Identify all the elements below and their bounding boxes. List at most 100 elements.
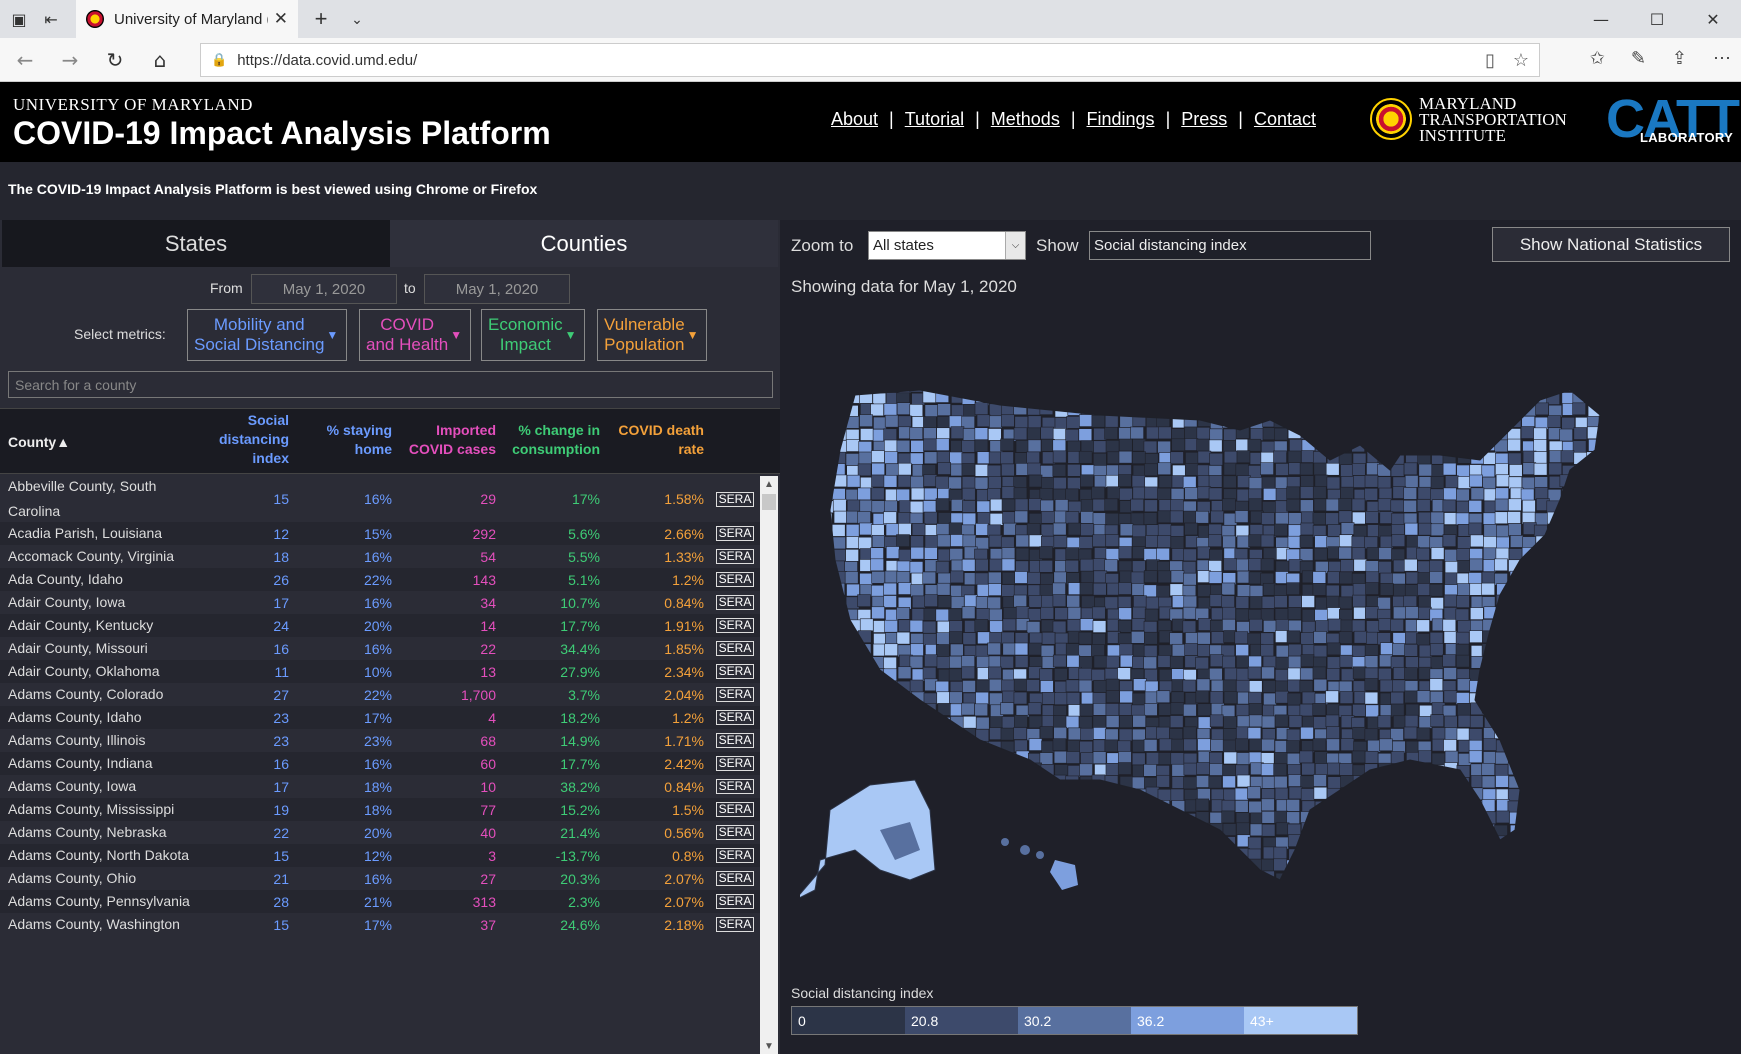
county-cell[interactable] — [1339, 654, 1354, 668]
county-cell[interactable] — [1559, 428, 1573, 442]
county-cell[interactable] — [1587, 786, 1601, 800]
county-cell[interactable] — [1209, 393, 1224, 406]
county-cell[interactable] — [1275, 379, 1289, 392]
county-cell[interactable] — [871, 883, 884, 895]
county-cell[interactable] — [1380, 642, 1394, 655]
county-cell[interactable] — [1197, 570, 1211, 583]
county-cell[interactable] — [1054, 668, 1068, 681]
column-consumption[interactable]: % change in consumption — [500, 421, 600, 459]
county-cell[interactable] — [821, 379, 835, 392]
county-cell[interactable] — [1185, 452, 1199, 465]
county-cell[interactable] — [1403, 595, 1418, 609]
county-cell[interactable] — [1377, 416, 1392, 429]
county-cell[interactable] — [1468, 872, 1482, 885]
county-cell[interactable] — [1598, 847, 1612, 861]
county-cell[interactable] — [1104, 415, 1119, 428]
county-cell[interactable] — [1614, 427, 1627, 439]
county-cell[interactable] — [1067, 403, 1082, 416]
county-cell[interactable] — [1299, 535, 1314, 548]
table-row[interactable]: Adair County, Missouri 16 16% 22 34.4% 1.85% S… — [0, 637, 760, 660]
county-cell[interactable] — [1313, 426, 1328, 440]
county-cell[interactable] — [1507, 391, 1522, 405]
county-cell[interactable] — [1118, 788, 1133, 802]
county-cell[interactable] — [1000, 536, 1015, 550]
county-cell[interactable] — [1067, 834, 1081, 848]
county-cell[interactable] — [1431, 379, 1446, 391]
county-cell[interactable] — [989, 774, 1004, 788]
county-cell[interactable] — [1170, 451, 1184, 465]
county-cell[interactable] — [922, 571, 937, 585]
county-cell[interactable] — [1339, 822, 1354, 836]
county-cell[interactable] — [1052, 428, 1067, 441]
county-cell[interactable] — [1535, 559, 1549, 573]
county-cell[interactable] — [950, 798, 965, 812]
county-cell[interactable] — [1366, 547, 1381, 560]
county-cell[interactable] — [1015, 606, 1030, 619]
county-cell[interactable] — [871, 500, 886, 513]
county-cell[interactable] — [1287, 834, 1302, 847]
county-cell[interactable] — [885, 632, 899, 645]
county-cell[interactable] — [1157, 895, 1170, 907]
county-cell[interactable] — [1509, 740, 1524, 753]
county-cell[interactable] — [1144, 691, 1159, 705]
county-cell[interactable] — [1235, 738, 1249, 752]
county-cell[interactable] — [1613, 859, 1626, 871]
county-cell[interactable] — [935, 644, 950, 657]
county-cell[interactable] — [937, 870, 951, 883]
county-cell[interactable] — [950, 570, 964, 584]
county-cell[interactable] — [1613, 883, 1626, 895]
county-cell[interactable] — [1132, 404, 1147, 418]
county-cell[interactable] — [883, 474, 898, 488]
county-cell[interactable] — [1275, 656, 1290, 670]
county-cell[interactable] — [1301, 896, 1314, 908]
county-cell[interactable] — [1340, 787, 1355, 801]
county-cell[interactable] — [1183, 669, 1197, 682]
county-cell[interactable] — [1417, 606, 1432, 620]
county-cell[interactable] — [1418, 390, 1432, 404]
county-cell[interactable] — [1119, 690, 1133, 704]
county-cell[interactable] — [1158, 426, 1172, 440]
county-cell[interactable] — [1340, 738, 1355, 751]
county-cell[interactable] — [1614, 512, 1627, 524]
county-cell[interactable] — [1405, 740, 1420, 754]
county-cell[interactable] — [1249, 596, 1264, 609]
county-cell[interactable] — [833, 728, 847, 742]
county-cell[interactable] — [1221, 810, 1235, 824]
county-cell[interactable] — [976, 824, 991, 838]
county-cell[interactable] — [1013, 798, 1027, 812]
county-cell[interactable] — [1366, 788, 1381, 802]
county-cell[interactable] — [1377, 715, 1392, 728]
county-cell[interactable] — [1470, 834, 1484, 848]
county-cell[interactable] — [1014, 452, 1029, 465]
table-row[interactable]: Adams County, Nebraska 22 20% 40 21.4% 0.56% S… — [0, 821, 760, 844]
county-cell[interactable] — [1613, 547, 1626, 559]
county-cell[interactable] — [1171, 668, 1185, 682]
county-cell[interactable] — [1040, 835, 1055, 849]
county-cell[interactable] — [1288, 462, 1302, 475]
county-cell[interactable] — [1442, 534, 1457, 547]
county-cell[interactable] — [1261, 810, 1276, 824]
county-cell[interactable] — [989, 811, 1004, 824]
county-cell[interactable] — [1495, 810, 1510, 824]
county-cell[interactable] — [1054, 680, 1068, 694]
county-cell[interactable] — [1261, 738, 1275, 752]
county-cell[interactable] — [1559, 798, 1574, 812]
county-cell[interactable] — [1339, 858, 1354, 872]
county-cell[interactable] — [898, 522, 912, 536]
county-cell[interactable] — [1196, 762, 1210, 775]
county-cell[interactable] — [1209, 594, 1224, 607]
county-cell[interactable] — [897, 512, 912, 525]
county-cell[interactable] — [1379, 679, 1394, 693]
county-cell[interactable] — [1182, 620, 1197, 634]
county-cell[interactable] — [1377, 390, 1391, 404]
county-cell[interactable] — [1521, 810, 1535, 824]
county-cell[interactable] — [1274, 523, 1288, 537]
county-cell[interactable] — [1560, 788, 1574, 802]
county-cell[interactable] — [846, 474, 861, 488]
county-cell[interactable] — [1521, 608, 1536, 621]
county-cell[interactable] — [1313, 861, 1328, 874]
county-cell[interactable] — [935, 848, 950, 861]
county-cell[interactable] — [936, 656, 951, 669]
county-cell[interactable] — [832, 391, 846, 405]
table-row[interactable]: Acadia Parish, Louisiana 12 15% 292 5.6% 2.66… — [0, 522, 760, 545]
